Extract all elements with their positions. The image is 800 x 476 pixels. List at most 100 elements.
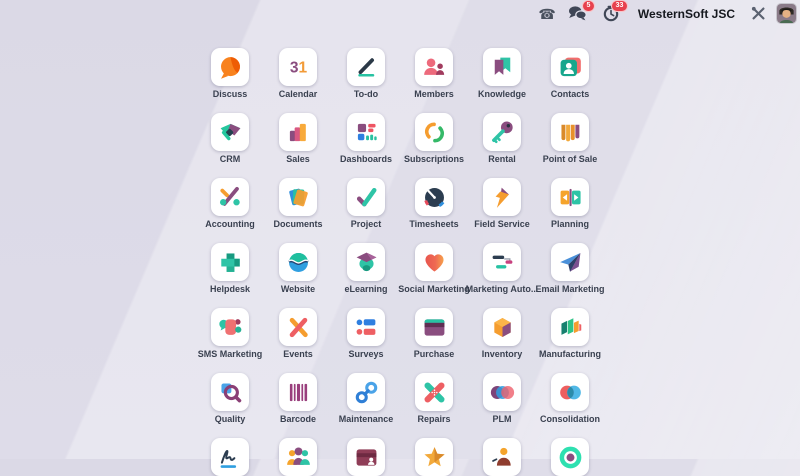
app-label: Point of Sale	[532, 154, 608, 165]
user-menu-company-name[interactable]: WesternSoft JSC	[638, 7, 735, 21]
point-of-sale-icon	[551, 113, 589, 151]
app-label: Rental	[464, 154, 540, 165]
app-plm[interactable]: PLM	[483, 373, 521, 425]
app-label: Quality	[192, 414, 268, 425]
documents-icon	[279, 178, 317, 216]
app-label: Calendar	[260, 89, 336, 100]
timesheets-icon	[415, 178, 453, 216]
app-contacts[interactable]: Contacts	[551, 48, 589, 100]
maintenance-icon	[347, 373, 385, 411]
voip-button[interactable]: ☎	[538, 4, 555, 24]
app-rental[interactable]: Rental	[483, 113, 521, 165]
app-discuss[interactable]: Discuss	[211, 48, 249, 100]
helpdesk-icon	[211, 243, 249, 281]
app-manufacturing[interactable]: Manufacturing	[551, 308, 589, 360]
app-label: Manufacturing	[532, 349, 608, 360]
app-payroll[interactable]	[347, 438, 385, 476]
app-label: Discuss	[192, 89, 268, 100]
app-project[interactable]: Project	[347, 178, 385, 230]
user-avatar[interactable]	[777, 4, 796, 23]
app-label: Knowledge	[464, 89, 540, 100]
app-knowledge[interactable]: Knowledge	[483, 48, 521, 100]
app-label: Members	[396, 89, 472, 100]
messages-badge: 5	[582, 0, 595, 12]
app-label: Subscriptions	[396, 154, 472, 165]
app-documents[interactable]: Documents	[279, 178, 317, 230]
payroll-icon	[347, 438, 385, 476]
app-referral[interactable]	[415, 438, 453, 476]
plm-icon	[483, 373, 521, 411]
app-sign[interactable]	[211, 438, 249, 476]
top-bar: ☎ 5 33 WesternSoft JSC	[532, 0, 796, 27]
app-marketing-automation[interactable]: Marketing Auto...	[483, 243, 521, 295]
app-dashboards[interactable]: Dashboards	[347, 113, 385, 165]
app-label: eLearning	[328, 284, 404, 295]
app-sales[interactable]: Sales	[279, 113, 317, 165]
app-inventory[interactable]: Inventory	[483, 308, 521, 360]
app-events[interactable]: Events	[279, 308, 317, 360]
field-service-icon	[483, 178, 521, 216]
app-label: Social Marketing	[396, 284, 472, 295]
messages-button[interactable]: 5	[568, 4, 587, 24]
knowledge-icon	[483, 48, 521, 86]
app-barcode[interactable]: Barcode	[279, 373, 317, 425]
app-quality[interactable]: Quality	[211, 373, 249, 425]
subscriptions-icon	[415, 113, 453, 151]
app-accounting[interactable]: Accounting	[211, 178, 249, 230]
app-todo[interactable]: To-do	[347, 48, 385, 100]
app-attendances[interactable]	[551, 438, 589, 476]
surveys-icon	[347, 308, 385, 346]
phone-icon: ☎	[538, 7, 555, 21]
calendar-icon: 31	[279, 48, 317, 86]
app-label: Website	[260, 284, 336, 295]
activities-button[interactable]: 33	[603, 4, 620, 24]
app-consolidation[interactable]: Consolidation	[551, 373, 589, 425]
website-icon	[279, 243, 317, 281]
purchase-icon	[415, 308, 453, 346]
app-purchase[interactable]: Purchase	[415, 308, 453, 360]
members-icon	[415, 48, 453, 86]
app-planning[interactable]: Planning	[551, 178, 589, 230]
app-label: Helpdesk	[192, 284, 268, 295]
planning-icon	[551, 178, 589, 216]
app-repairs[interactable]: Repairs	[415, 373, 453, 425]
accounting-icon	[211, 178, 249, 216]
quality-icon	[211, 373, 249, 411]
app-field-service[interactable]: Field Service	[483, 178, 521, 230]
app-elearning[interactable]: eLearning	[347, 243, 385, 295]
app-social-marketing[interactable]: Social Marketing	[415, 243, 453, 295]
events-icon	[279, 308, 317, 346]
app-crm[interactable]: CRM	[211, 113, 249, 165]
app-grid: Discuss31CalendarTo-doMembersKnowledgeCo…	[211, 48, 589, 476]
app-label: Consolidation	[532, 414, 608, 425]
rental-icon	[483, 113, 521, 151]
svg-text:31: 31	[289, 59, 307, 76]
marketing-automation-icon	[483, 243, 521, 281]
app-employees[interactable]	[279, 438, 317, 476]
repairs-icon	[415, 373, 453, 411]
inventory-icon	[483, 308, 521, 346]
app-members[interactable]: Members	[415, 48, 453, 100]
todo-icon	[347, 48, 385, 86]
employees-icon	[279, 438, 317, 476]
app-surveys[interactable]: Surveys	[347, 308, 385, 360]
app-timesheets[interactable]: Timesheets	[415, 178, 453, 230]
app-appraisal[interactable]	[483, 438, 521, 476]
app-label: Events	[260, 349, 336, 360]
app-label: SMS Marketing	[192, 349, 268, 360]
app-email-marketing[interactable]: Email Marketing	[551, 243, 589, 295]
dashboards-icon	[347, 113, 385, 151]
app-label: Documents	[260, 219, 336, 230]
tools-button[interactable]	[751, 4, 766, 24]
project-icon	[347, 178, 385, 216]
app-maintenance[interactable]: Maintenance	[347, 373, 385, 425]
app-label: Field Service	[464, 219, 540, 230]
app-label: Sales	[260, 154, 336, 165]
app-sms-marketing[interactable]: SMS Marketing	[211, 308, 249, 360]
app-website[interactable]: Website	[279, 243, 317, 295]
app-subscriptions[interactable]: Subscriptions	[415, 113, 453, 165]
app-calendar[interactable]: 31Calendar	[279, 48, 317, 100]
app-point-of-sale[interactable]: Point of Sale	[551, 113, 589, 165]
app-helpdesk[interactable]: Helpdesk	[211, 243, 249, 295]
contacts-icon	[551, 48, 589, 86]
